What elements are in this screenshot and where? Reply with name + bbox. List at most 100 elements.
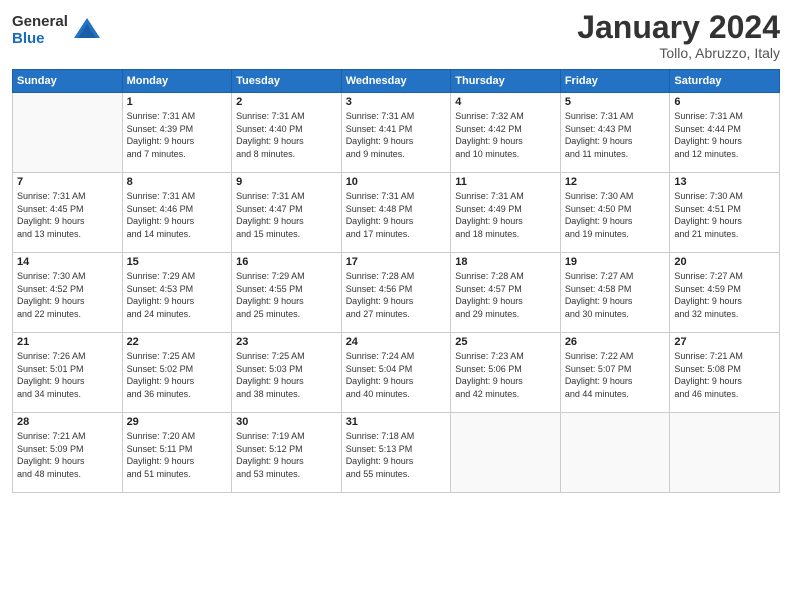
- calendar-cell: 21Sunrise: 7:26 AMSunset: 5:01 PMDayligh…: [13, 333, 123, 413]
- day-info: Sunrise: 7:29 AMSunset: 4:55 PMDaylight:…: [236, 270, 337, 320]
- day-number: 30: [236, 416, 337, 428]
- day-info: Sunrise: 7:30 AMSunset: 4:51 PMDaylight:…: [674, 190, 775, 240]
- calendar-cell: 16 Sunrise: 7:29 AMSunset: 4:55 PMDayligh…: [232, 253, 342, 333]
- calendar-cell: [451, 413, 561, 493]
- day-number: 15: [127, 256, 228, 268]
- calendar-cell: 4Sunrise: 7:32 AMSunset: 4:42 PMDaylight…: [451, 93, 561, 173]
- logo: General Blue: [12, 14, 102, 47]
- day-info: Sunrise: 7:20 AMSunset: 5:11 PMDaylight:…: [127, 430, 228, 480]
- day-number: 8: [127, 176, 228, 188]
- day-info: Sunrise: 7:31 AMSunset: 4:48 PMDaylight:…: [346, 190, 447, 240]
- calendar-cell: 3 Sunrise: 7:31 AMSunset: 4:41 PMDaylight…: [341, 93, 451, 173]
- day-number: 19: [565, 256, 666, 268]
- day-number: 26: [565, 336, 666, 348]
- col-wednesday: Wednesday: [341, 70, 451, 93]
- calendar-week-4: 28 Sunrise: 7:21 AMSunset: 5:09 PMDayligh…: [13, 413, 780, 493]
- calendar-cell: 5Sunrise: 7:31 AMSunset: 4:43 PMDaylight…: [560, 93, 670, 173]
- day-number: 23: [236, 336, 337, 348]
- day-info: Sunrise: 7:28 AMSunset: 4:57 PMDaylight:…: [455, 270, 556, 320]
- calendar-cell: 15 Sunrise: 7:29 AMSunset: 4:53 PMDayligh…: [122, 253, 232, 333]
- day-number: 24: [346, 336, 447, 348]
- day-number: 13: [674, 176, 775, 188]
- calendar-cell: 13 Sunrise: 7:30 AMSunset: 4:51 PMDayligh…: [670, 173, 780, 253]
- calendar-cell: 6 Sunrise: 7:31 AMSunset: 4:44 PMDaylight…: [670, 93, 780, 173]
- logo-general: General: [12, 14, 68, 31]
- calendar-cell: 7Sunrise: 7:31 AMSunset: 4:45 PMDaylight…: [13, 173, 123, 253]
- day-info: Sunrise: 7:27 AMSunset: 4:59 PMDaylight:…: [674, 270, 775, 320]
- day-number: 3: [346, 96, 447, 108]
- day-number: 16: [236, 256, 337, 268]
- calendar-cell: 9 Sunrise: 7:31 AMSunset: 4:47 PMDaylight…: [232, 173, 342, 253]
- calendar-week-3: 21Sunrise: 7:26 AMSunset: 5:01 PMDayligh…: [13, 333, 780, 413]
- calendar-cell: 25 Sunrise: 7:23 AMSunset: 5:06 PMDayligh…: [451, 333, 561, 413]
- logo-icon: [72, 16, 102, 46]
- day-number: 27: [674, 336, 775, 348]
- day-number: 18: [455, 256, 556, 268]
- calendar-cell: 24 Sunrise: 7:24 AMSunset: 5:04 PMDayligh…: [341, 333, 451, 413]
- day-info: Sunrise: 7:19 AMSunset: 5:12 PMDaylight:…: [236, 430, 337, 480]
- day-info: Sunrise: 7:30 AMSunset: 4:50 PMDaylight:…: [565, 190, 666, 240]
- day-number: 28: [17, 416, 118, 428]
- calendar-week-0: 1Sunrise: 7:31 AMSunset: 4:39 PMDaylight…: [13, 93, 780, 173]
- day-number: 10: [346, 176, 447, 188]
- day-info: Sunrise: 7:31 AMSunset: 4:44 PMDaylight:…: [674, 110, 775, 160]
- calendar-cell: 19 Sunrise: 7:27 AMSunset: 4:58 PMDayligh…: [560, 253, 670, 333]
- col-sunday: Sunday: [13, 70, 123, 93]
- day-info: Sunrise: 7:27 AMSunset: 4:58 PMDaylight:…: [565, 270, 666, 320]
- day-info: Sunrise: 7:31 AMSunset: 4:47 PMDaylight:…: [236, 190, 337, 240]
- calendar-cell: 17Sunrise: 7:28 AMSunset: 4:56 PMDayligh…: [341, 253, 451, 333]
- calendar-cell: [13, 93, 123, 173]
- day-number: 5: [565, 96, 666, 108]
- location: Tollo, Abruzzo, Italy: [577, 45, 780, 61]
- day-number: 9: [236, 176, 337, 188]
- col-saturday: Saturday: [670, 70, 780, 93]
- calendar-cell: 29 Sunrise: 7:20 AMSunset: 5:11 PMDayligh…: [122, 413, 232, 493]
- day-number: 29: [127, 416, 228, 428]
- header: General Blue January 2024 Tollo, Abruzzo…: [12, 10, 780, 61]
- calendar-week-1: 7Sunrise: 7:31 AMSunset: 4:45 PMDaylight…: [13, 173, 780, 253]
- day-info: Sunrise: 7:25 AMSunset: 5:03 PMDaylight:…: [236, 350, 337, 400]
- day-number: 6: [674, 96, 775, 108]
- calendar-cell: 2Sunrise: 7:31 AMSunset: 4:40 PMDaylight…: [232, 93, 342, 173]
- day-number: 25: [455, 336, 556, 348]
- calendar-cell: 11Sunrise: 7:31 AMSunset: 4:49 PMDayligh…: [451, 173, 561, 253]
- day-number: 12: [565, 176, 666, 188]
- calendar-cell: 14 Sunrise: 7:30 AMSunset: 4:52 PMDayligh…: [13, 253, 123, 333]
- calendar-cell: 1Sunrise: 7:31 AMSunset: 4:39 PMDaylight…: [122, 93, 232, 173]
- calendar-cell: 18 Sunrise: 7:28 AMSunset: 4:57 PMDayligh…: [451, 253, 561, 333]
- day-info: Sunrise: 7:24 AMSunset: 5:04 PMDaylight:…: [346, 350, 447, 400]
- calendar-cell: [560, 413, 670, 493]
- calendar-cell: 27 Sunrise: 7:21 AMSunset: 5:08 PMDayligh…: [670, 333, 780, 413]
- day-number: 11: [455, 176, 556, 188]
- calendar-cell: 12 Sunrise: 7:30 AMSunset: 4:50 PMDayligh…: [560, 173, 670, 253]
- day-number: 22: [127, 336, 228, 348]
- col-friday: Friday: [560, 70, 670, 93]
- day-info: Sunrise: 7:31 AMSunset: 4:46 PMDaylight:…: [127, 190, 228, 240]
- day-info: Sunrise: 7:31 AMSunset: 4:41 PMDaylight:…: [346, 110, 447, 160]
- day-info: Sunrise: 7:18 AMSunset: 5:13 PMDaylight:…: [346, 430, 447, 480]
- day-info: Sunrise: 7:21 AMSunset: 5:08 PMDaylight:…: [674, 350, 775, 400]
- calendar-cell: 28 Sunrise: 7:21 AMSunset: 5:09 PMDayligh…: [13, 413, 123, 493]
- day-info: Sunrise: 7:31 AMSunset: 4:40 PMDaylight:…: [236, 110, 337, 160]
- day-info: Sunrise: 7:31 AMSunset: 4:45 PMDaylight:…: [17, 190, 118, 240]
- col-thursday: Thursday: [451, 70, 561, 93]
- day-number: 4: [455, 96, 556, 108]
- header-row: Sunday Monday Tuesday Wednesday Thursday…: [13, 70, 780, 93]
- col-tuesday: Tuesday: [232, 70, 342, 93]
- day-number: 20: [674, 256, 775, 268]
- day-info: Sunrise: 7:30 AMSunset: 4:52 PMDaylight:…: [17, 270, 118, 320]
- day-info: Sunrise: 7:29 AMSunset: 4:53 PMDaylight:…: [127, 270, 228, 320]
- day-info: Sunrise: 7:25 AMSunset: 5:02 PMDaylight:…: [127, 350, 228, 400]
- day-number: 14: [17, 256, 118, 268]
- month-title: January 2024: [577, 10, 780, 45]
- calendar-cell: [670, 413, 780, 493]
- day-info: Sunrise: 7:23 AMSunset: 5:06 PMDaylight:…: [455, 350, 556, 400]
- calendar-cell: 23 Sunrise: 7:25 AMSunset: 5:03 PMDayligh…: [232, 333, 342, 413]
- calendar-cell: 8 Sunrise: 7:31 AMSunset: 4:46 PMDaylight…: [122, 173, 232, 253]
- day-info: Sunrise: 7:21 AMSunset: 5:09 PMDaylight:…: [17, 430, 118, 480]
- col-monday: Monday: [122, 70, 232, 93]
- day-info: Sunrise: 7:22 AMSunset: 5:07 PMDaylight:…: [565, 350, 666, 400]
- day-number: 21: [17, 336, 118, 348]
- day-number: 17: [346, 256, 447, 268]
- calendar-cell: 20 Sunrise: 7:27 AMSunset: 4:59 PMDayligh…: [670, 253, 780, 333]
